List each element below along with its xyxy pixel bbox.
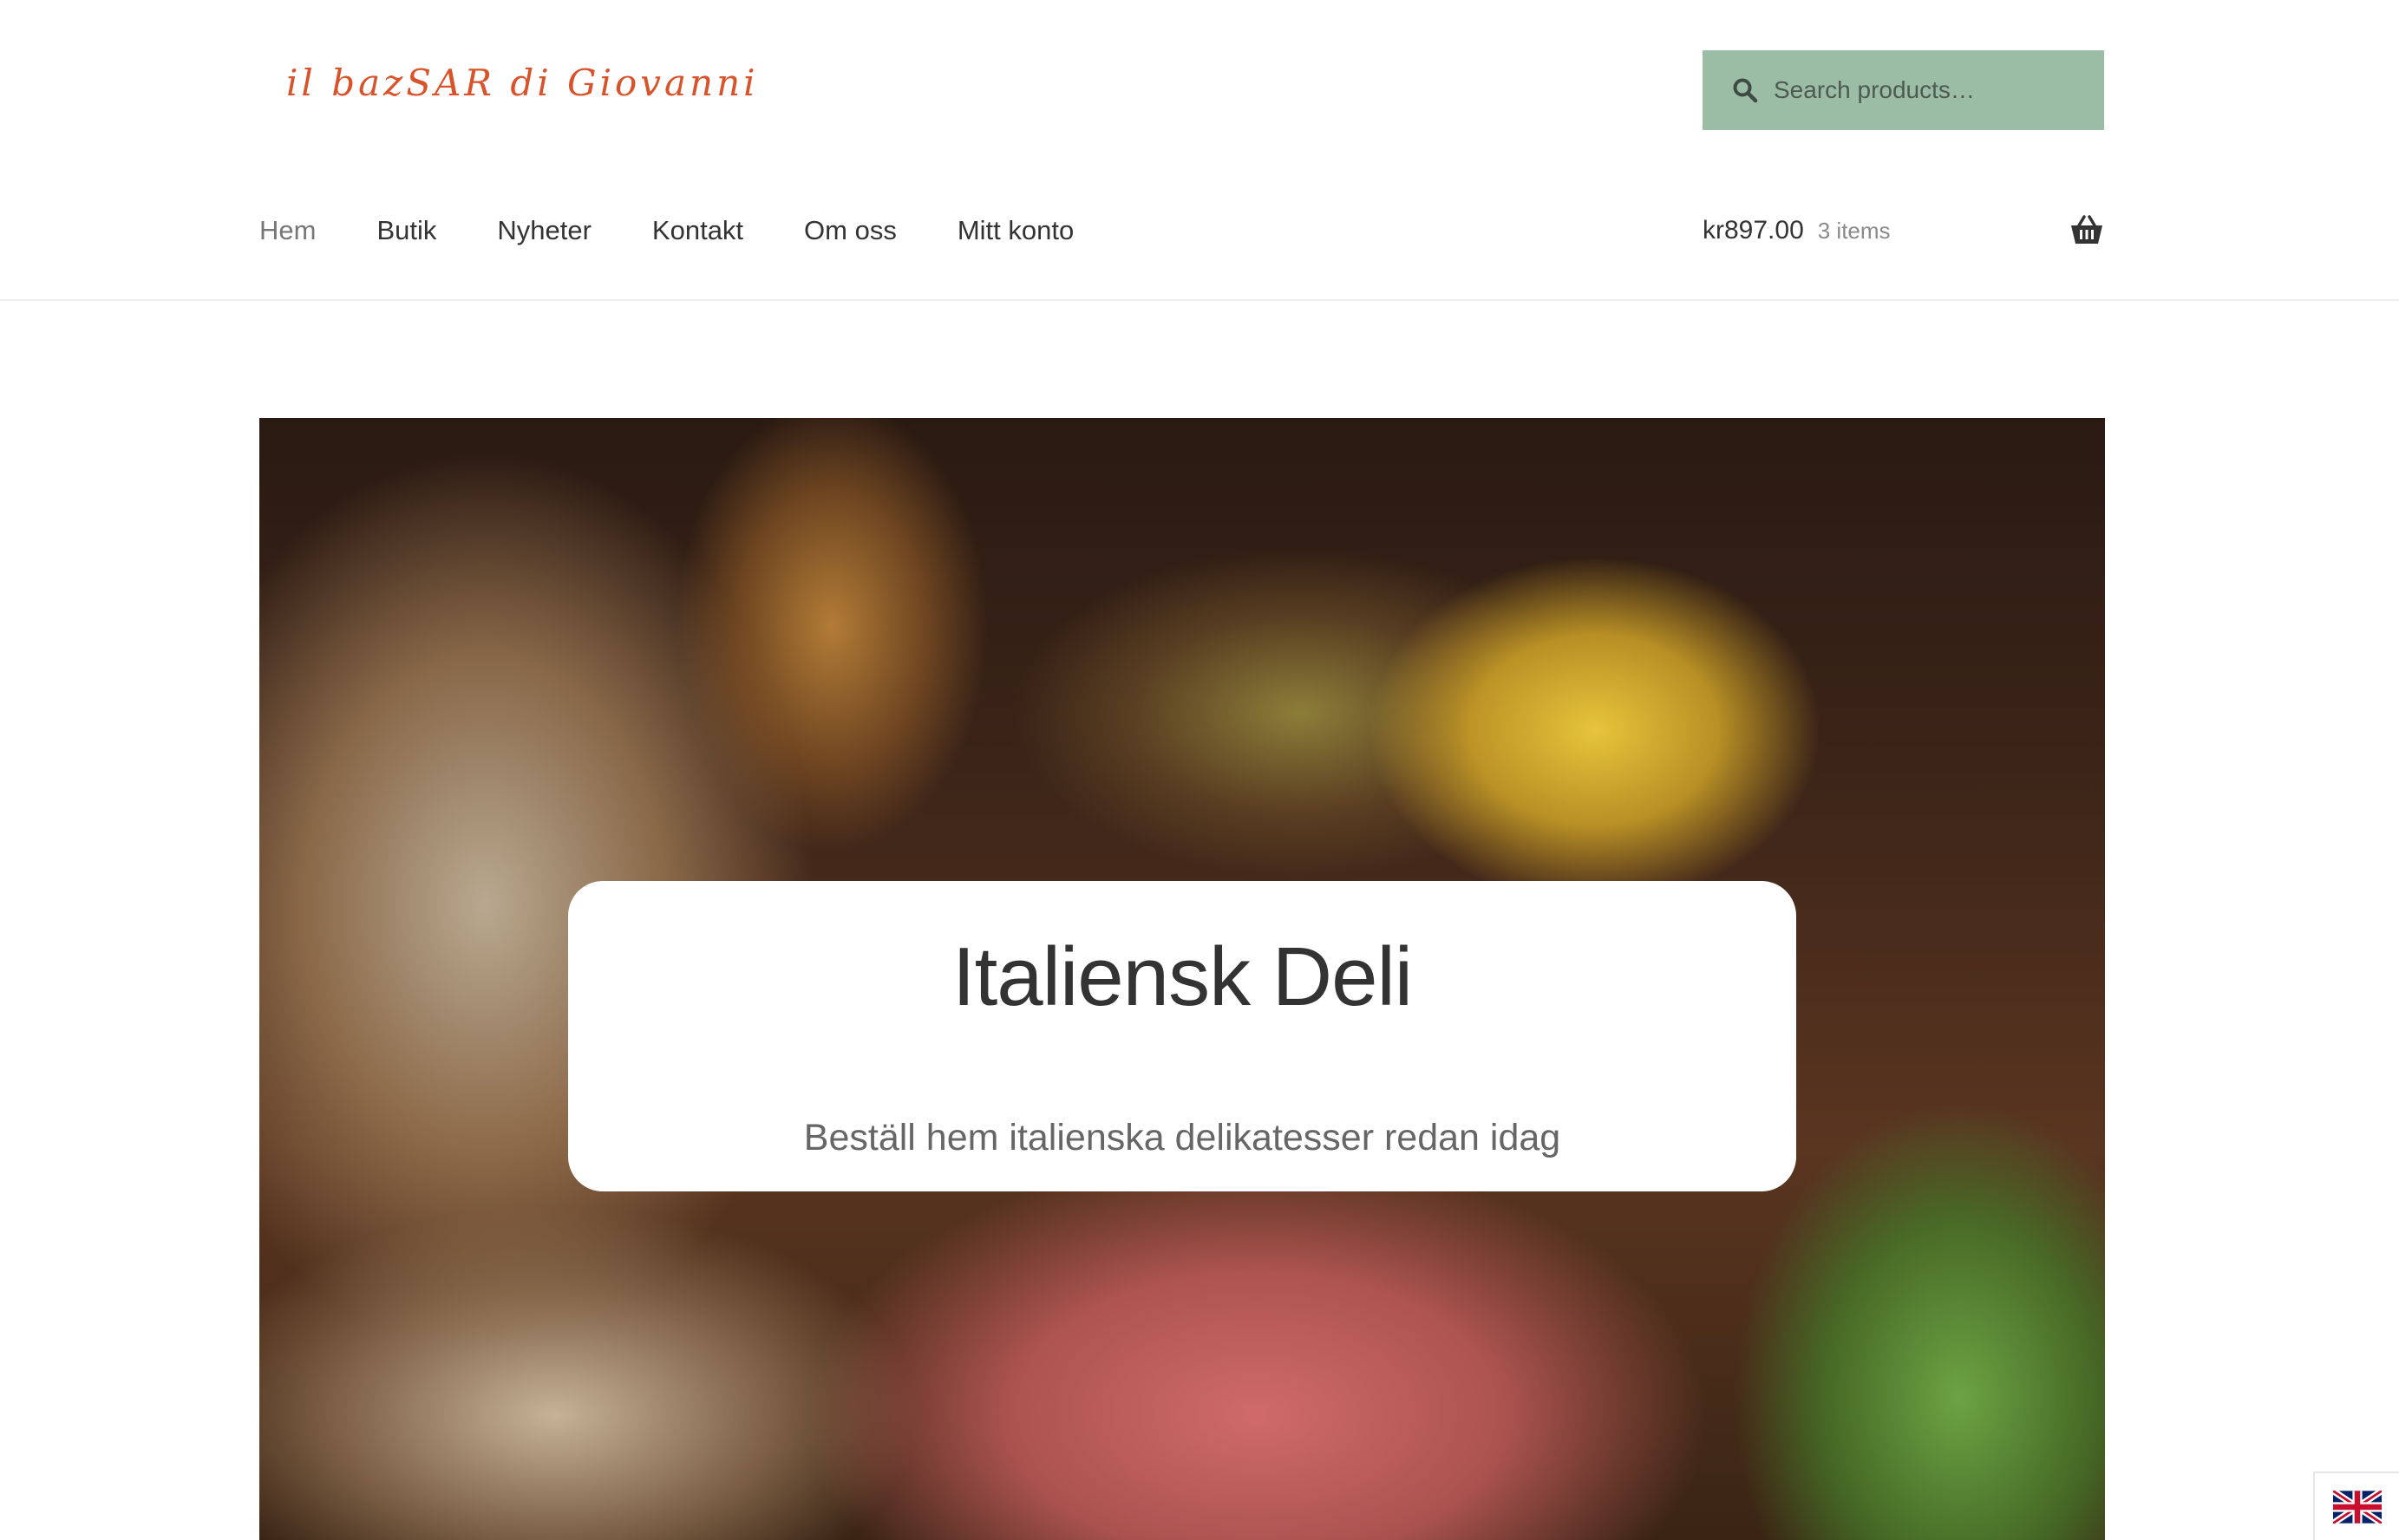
search-icon <box>1733 78 1758 103</box>
uk-flag-icon <box>2332 1490 2382 1524</box>
search-input[interactable] <box>1774 76 2086 104</box>
product-search[interactable] <box>1703 50 2104 130</box>
site-logo[interactable]: il bazSAR di Giovanni <box>286 57 755 109</box>
nav-item-butik[interactable]: Butik <box>376 215 436 246</box>
cart-amount: kr897.00 <box>1703 216 1804 245</box>
nav-item-om-oss[interactable]: Om oss <box>804 215 897 246</box>
hero-subtitle: Beställ hem italienska delikatesser reda… <box>803 1117 1561 1159</box>
language-switcher[interactable] <box>2313 1471 2399 1540</box>
nav-item-hem[interactable]: Hem <box>259 215 316 246</box>
primary-navigation: Hem Butik Nyheter Kontakt Om oss Mitt ko… <box>259 205 1134 257</box>
basket-icon[interactable] <box>2069 215 2104 246</box>
hero-banner: Italiensk Deli Beställ hem italienska de… <box>259 418 2105 1540</box>
mini-cart[interactable]: kr897.00 3 items <box>1703 205 2104 257</box>
nav-item-mitt-konto[interactable]: Mitt konto <box>958 215 1074 246</box>
hero-title: Italiensk Deli <box>951 930 1413 1023</box>
cart-item-count: 3 items <box>1817 217 1891 244</box>
hero-card: Italiensk Deli Beställ hem italienska de… <box>568 881 1796 1191</box>
nav-item-nyheter[interactable]: Nyheter <box>497 215 592 246</box>
header-divider <box>0 299 2399 301</box>
nav-item-kontakt[interactable]: Kontakt <box>652 215 743 246</box>
